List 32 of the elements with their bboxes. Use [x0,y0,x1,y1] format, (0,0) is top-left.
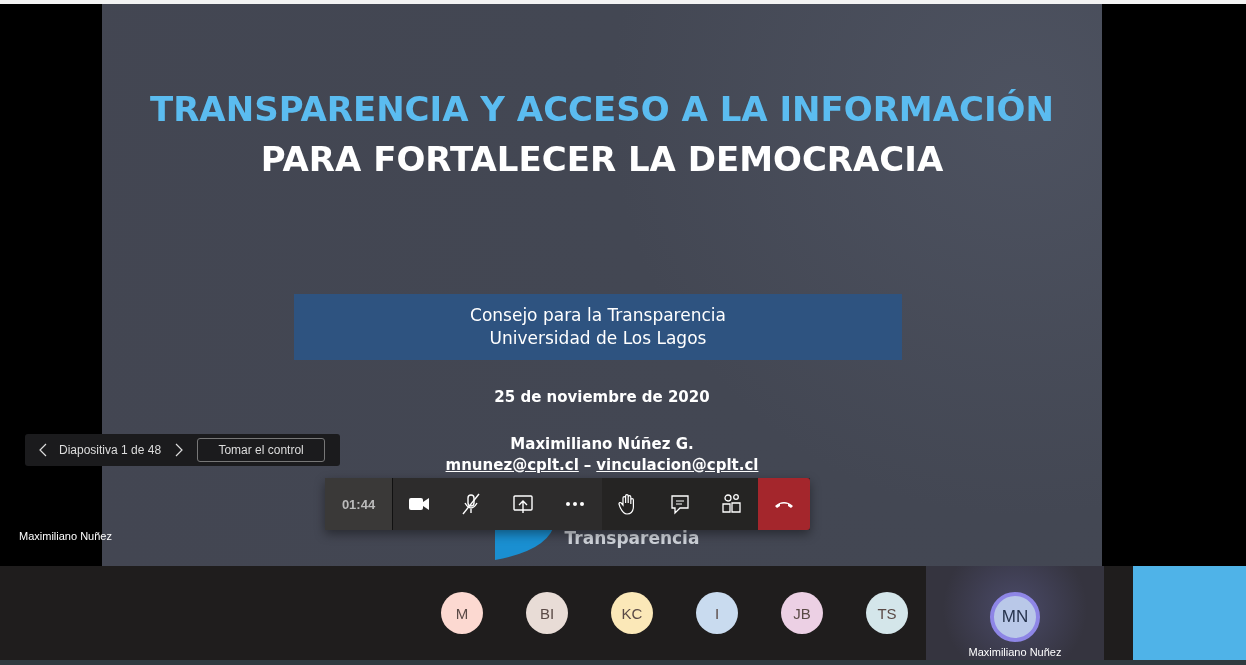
raise-hand-button[interactable] [601,478,654,530]
phone-handset-icon [775,499,793,509]
self-name: Maximiliano Nuñez [968,646,1062,658]
participant-avatar[interactable]: KC [611,592,653,634]
participant-avatar[interactable]: M [441,592,483,634]
slide-counter: Diapositiva 1 de 48 [59,443,162,457]
email-link[interactable]: vinculacion@cplt.cl [596,456,759,474]
ellipsis-icon [565,502,586,506]
chat-bubble-icon [668,493,691,515]
presenter-credit: Maximiliano Núñez G. [510,435,694,453]
banner-text: Consejo para la Transparencia [470,304,726,327]
logo-text: Transparencia [564,528,700,548]
slide-title: TRANSPARENCIA Y ACCESO A LA INFORMACIÓN [150,88,1054,131]
self-avatar: MN [990,592,1040,642]
people-icon [720,493,743,515]
participant-avatar[interactable]: TS [866,592,908,634]
banner-text: Universidad de Los Lagos [489,327,707,350]
email-link[interactable]: mnunez@cplt.cl [445,456,579,474]
chevron-right-icon [175,443,184,457]
presenter-name: Maximiliano Nuñez [19,530,112,542]
email-separator: – [583,456,592,474]
share-screen-icon [512,493,535,515]
camera-button[interactable] [393,478,446,530]
slide-title: PARA FORTALECER LA DEMOCRACIA [260,138,944,181]
participant-avatar[interactable]: I [696,592,738,634]
call-timer: 01:44 [325,478,393,530]
participant-avatar[interactable]: JB [781,592,823,634]
participants-button[interactable] [705,478,758,530]
participant-avatar[interactable]: BI [526,592,568,634]
take-control-button[interactable]: Tomar el control [197,438,326,462]
chevron-left-icon [39,443,47,457]
slide-date: 25 de noviembre de 2020 [494,388,710,406]
